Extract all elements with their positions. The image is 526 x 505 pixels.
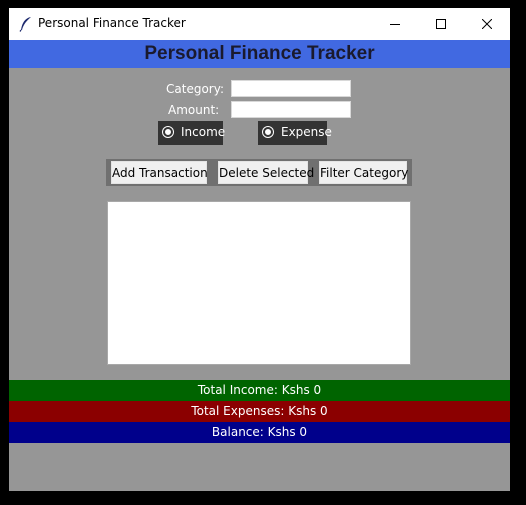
add-transaction-button[interactable]: Add Transaction	[111, 161, 208, 184]
delete-selected-button[interactable]: Delete Selected	[218, 161, 314, 184]
title-bar: Personal Finance Tracker	[9, 8, 510, 40]
income-radio-label: Income	[181, 125, 226, 139]
total-expenses-bar: Total Expenses: Kshs 0	[9, 401, 510, 422]
expense-radio-label: Expense	[281, 125, 332, 139]
page-title: Personal Finance Tracker	[144, 43, 375, 64]
radio-icon	[163, 127, 173, 137]
total-income-bar: Total Income: Kshs 0	[9, 380, 510, 401]
amount-input[interactable]	[231, 101, 351, 118]
balance-bar: Balance: Kshs 0	[9, 422, 510, 443]
category-input[interactable]	[231, 80, 351, 97]
maximize-button[interactable]	[418, 8, 464, 40]
filter-category-button[interactable]: Filter Category	[319, 161, 408, 184]
feather-icon	[19, 16, 33, 32]
amount-label: Amount:	[168, 103, 220, 117]
window-title: Personal Finance Tracker	[38, 16, 186, 30]
close-button[interactable]	[464, 8, 510, 40]
transactions-listbox[interactable]	[107, 201, 411, 365]
income-radio[interactable]: Income	[158, 121, 226, 145]
maximize-icon	[436, 19, 446, 29]
expense-radio[interactable]: Expense	[258, 121, 332, 145]
header-banner: Personal Finance Tracker	[9, 40, 510, 68]
close-icon	[482, 19, 492, 29]
minimize-icon	[390, 24, 400, 25]
minimize-button[interactable]	[372, 8, 418, 40]
app-window: Personal Finance Tracker Personal Financ…	[9, 8, 510, 491]
radio-icon	[263, 127, 273, 137]
category-label: Category:	[166, 82, 224, 96]
